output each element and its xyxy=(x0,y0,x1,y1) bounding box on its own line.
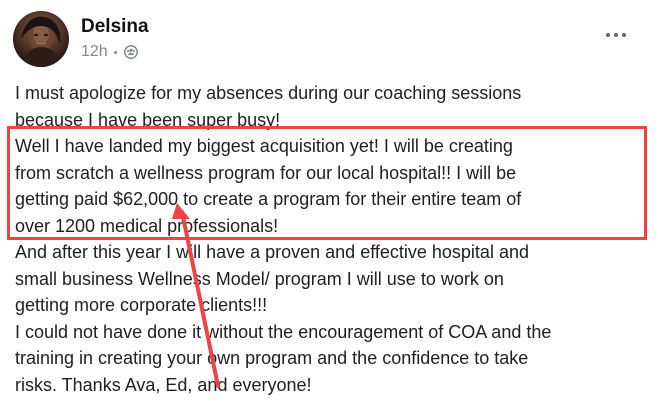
post-line: getting paid $62,000 to create a program… xyxy=(15,189,522,209)
post-line: And after this year I will have a proven… xyxy=(15,242,529,262)
avatar[interactable] xyxy=(13,11,69,67)
more-dot xyxy=(606,33,610,37)
more-dot xyxy=(614,33,618,37)
post-line: I must apologize for my absences during … xyxy=(15,83,522,103)
post-line: training in creating your own program an… xyxy=(15,348,529,368)
more-dot xyxy=(622,33,626,37)
post-line: getting more corporate clients!!! xyxy=(15,295,268,315)
post-author[interactable]: Delsina xyxy=(81,16,149,38)
group-icon xyxy=(123,45,138,59)
post-line: because I have been super busy! xyxy=(15,109,281,130)
post-line: over 1200 medical professionals! xyxy=(15,215,279,236)
social-post: Delsina 12h I must apologize for my abse… xyxy=(0,0,658,406)
post-line: Well I have landed my biggest acquisitio… xyxy=(15,136,513,156)
post-line: from scratch a wellness program for our … xyxy=(15,162,517,183)
post-body: I must apologize for my absences during … xyxy=(15,80,645,398)
post-line: risks. Thanks Ava, Ed, and everyone! xyxy=(15,374,312,395)
post-line: I could not have done it without the enc… xyxy=(15,321,552,342)
post-meta: 12h xyxy=(81,43,139,61)
separator-dot xyxy=(113,51,117,54)
post-line: small business Wellness Model/ program I… xyxy=(15,268,504,289)
more-options-icon[interactable] xyxy=(603,26,629,44)
avatar-image xyxy=(21,16,61,67)
post-time[interactable]: 12h xyxy=(81,43,108,61)
